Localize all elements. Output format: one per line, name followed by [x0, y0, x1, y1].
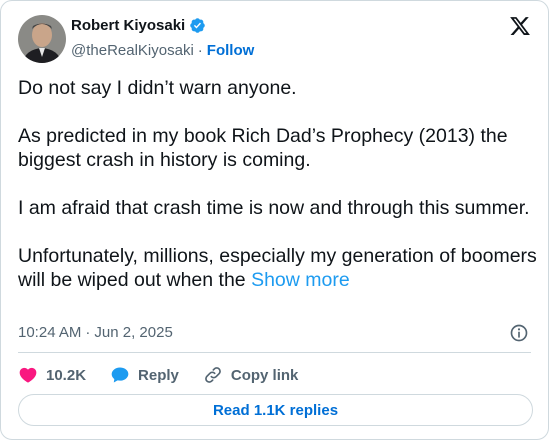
show-more-link[interactable]: Show more — [251, 269, 350, 291]
tweet-date: Jun 2, 2025 — [94, 324, 173, 341]
reply-bubble-icon — [111, 367, 129, 383]
separator-dot: · — [197, 42, 203, 59]
verified-badge-icon — [189, 17, 206, 34]
tweet-text: Do not say I didn’t warn anyone. As pred… — [18, 76, 538, 292]
reply-button[interactable]: Reply — [110, 365, 179, 385]
read-replies-button[interactable]: Read 1.1K replies — [18, 394, 533, 426]
link-icon — [205, 367, 221, 383]
tweet-time: 10:24 AM — [18, 324, 82, 341]
avatar[interactable] — [18, 15, 66, 63]
separator-dot: · — [85, 324, 91, 341]
copy-link-label: Copy link — [230, 366, 299, 384]
author-handle[interactable]: @theRealKiyosaki — [71, 42, 194, 59]
like-button[interactable]: 10.2K — [18, 365, 86, 385]
heart-icon — [19, 367, 37, 383]
tweet-paragraph: Do not say I didn’t warn anyone. — [18, 77, 297, 99]
author-name-row: Robert Kiyosaki — [71, 17, 206, 34]
read-replies-label: Read 1.1K replies — [212, 401, 339, 419]
x-logo-icon[interactable] — [509, 15, 531, 37]
tweet-paragraph: As predicted in my book Rich Dad’s Proph… — [18, 125, 508, 171]
divider — [18, 352, 531, 353]
copy-link-button[interactable]: Copy link — [203, 365, 299, 385]
action-bar: 10.2K Reply Copy link — [18, 363, 322, 387]
tweet-card: Robert Kiyosaki @theRealKiyosaki · Follo… — [0, 0, 549, 440]
follow-button[interactable]: Follow — [207, 42, 255, 59]
author-name[interactable]: Robert Kiyosaki — [71, 17, 185, 34]
info-icon[interactable] — [509, 323, 529, 343]
tweet-paragraph-last: Unfortunately, millions, especially my g… — [18, 244, 538, 292]
tweet-paragraph: I am afraid that crash time is now and t… — [18, 197, 530, 219]
reply-label: Reply — [138, 366, 179, 384]
like-count: 10.2K — [46, 366, 87, 384]
tweet-timestamp[interactable]: 10:24 AM · Jun 2, 2025 — [18, 324, 173, 341]
author-handle-row: @theRealKiyosaki · Follow — [71, 42, 254, 59]
